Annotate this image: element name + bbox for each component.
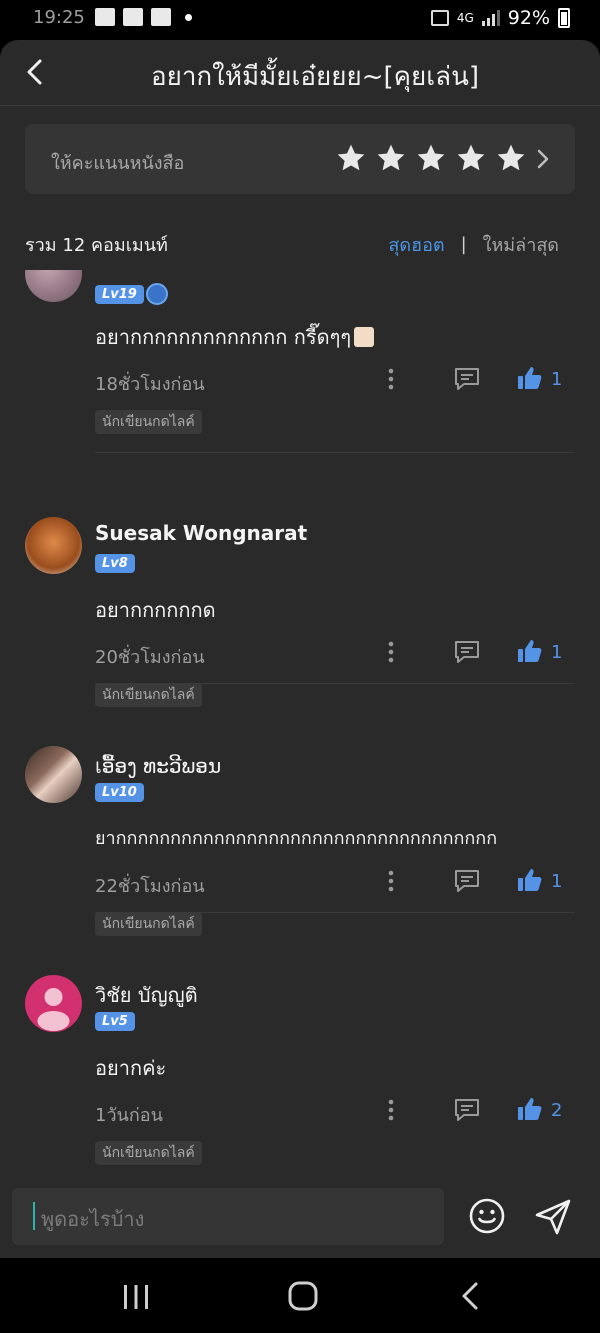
sort-separator: | <box>460 234 467 255</box>
header: อยากให้มีมั้ยเอ๋ยยย~[คุยเล่น] <box>0 40 600 106</box>
comment-input-placeholder: พูดอะไรบ้าง <box>41 1207 145 1231</box>
comment-text: อยากค่ะ <box>95 1056 167 1080</box>
comment-input-bar: พูดอะไรบ้าง <box>0 1170 600 1258</box>
like-count: 1 <box>551 369 563 390</box>
avatar[interactable] <box>25 270 82 302</box>
sort-hot-tab[interactable]: สุดฮอต <box>388 230 444 259</box>
emoji-button-icon[interactable] <box>468 1197 506 1235</box>
divider <box>95 912 575 913</box>
more-options-icon[interactable] <box>387 367 395 391</box>
comment-time: 22ชั่วโมงก่อน <box>95 876 205 897</box>
reply-icon[interactable] <box>453 639 481 665</box>
reply-icon[interactable] <box>453 868 481 894</box>
level-badge: Lv10 <box>95 783 144 802</box>
comment-item: เອື້ອງ ທະວີພອນ Lv10 ยากกกกกกกกกกกกกกกกกก… <box>0 683 600 936</box>
status-time: 19:25 <box>33 7 85 28</box>
comment-item: Suesak Wongnarat Lv8 อยากกกกกกด 20ชั่วโม… <box>0 454 600 707</box>
avatar[interactable] <box>25 975 82 1032</box>
sort-options: สุดฮอต | ใหม่ล่าสุด <box>388 230 559 259</box>
page-title: อยากให้มีมั้ยเอ๋ยยย~[คุยเล่น] <box>150 62 480 92</box>
network-label: 4G <box>456 11 474 25</box>
reply-icon[interactable] <box>453 366 481 392</box>
divider <box>95 683 575 684</box>
comment-text: อยากกกกกกกกกกกกก กรี๊ดๆๆ <box>95 321 375 353</box>
avatar[interactable] <box>25 746 82 803</box>
rating-stars[interactable] <box>335 142 527 174</box>
divider <box>95 452 575 453</box>
text-cursor <box>33 1202 35 1230</box>
battery-percent: 92% <box>507 7 550 29</box>
broom-icon <box>151 8 171 26</box>
back-button[interactable] <box>18 54 54 90</box>
signal-icon <box>481 10 500 26</box>
level-badge: Lv5 <box>95 1012 135 1031</box>
level-badge: Lv8 <box>95 554 135 573</box>
star-icon[interactable] <box>375 142 407 174</box>
comment-count: รวม 12 คอมเมนท์ <box>25 235 168 256</box>
comment-input[interactable]: พูดอะไรบ้าง <box>12 1188 444 1245</box>
status-right: 4G 92% <box>430 7 570 29</box>
reply-icon[interactable] <box>453 1097 481 1123</box>
thumbs-up-icon[interactable] <box>516 637 544 665</box>
more-options-icon[interactable] <box>387 869 395 893</box>
thumbs-up-icon[interactable] <box>516 866 544 894</box>
default-avatar-icon <box>37 988 70 1031</box>
notification-icons <box>95 8 192 26</box>
star-icon[interactable] <box>455 142 487 174</box>
comment-time: 18ชั่วโมงก่อน <box>95 374 205 395</box>
like-count: 1 <box>551 642 563 663</box>
thumbs-up-icon[interactable] <box>516 364 544 392</box>
chevron-left-icon <box>27 59 42 85</box>
like-count: 2 <box>551 1100 563 1121</box>
avatar[interactable] <box>25 517 82 574</box>
comment-username[interactable]: Suesak Wongnarat <box>95 521 307 545</box>
author-liked-tag: นักเขียนกดไลค์ <box>95 1141 202 1165</box>
status-bar: 19:25 4G 92% <box>0 0 600 40</box>
comment-time: 20ชั่วโมงก่อน <box>95 647 205 668</box>
mute-icon <box>430 10 449 26</box>
chevron-right-icon <box>537 149 549 169</box>
app-screen: อยากให้มีมั้ยเอ๋ยยย~[คุยเล่น] ให้คะแนนหน… <box>0 40 600 1258</box>
battery-icon <box>558 8 570 28</box>
star-icon[interactable] <box>415 142 447 174</box>
send-button-icon[interactable] <box>533 1197 573 1237</box>
comment-text: ยากกกกกกกกกกกกกกกกกกกกกกกกกกกกกกกกกกก <box>95 828 498 849</box>
recent-apps-icon[interactable] <box>122 1285 150 1309</box>
emoji-icon <box>354 327 375 347</box>
system-nav-bar <box>0 1258 600 1333</box>
comment-item: วิชัย บัญญูติ Lv5 อยากค่ะ 1วันก่อน 2 นัก… <box>0 912 600 1184</box>
verified-badge-icon <box>146 283 168 305</box>
rate-book-label: ให้คะแนนหนังสือ <box>51 153 185 174</box>
comment-text: อยากกกกกกด <box>95 598 216 622</box>
dot-icon <box>185 13 192 21</box>
more-options-icon[interactable] <box>387 640 395 664</box>
comment-username[interactable]: วิชัย บัญญูติ <box>95 979 198 1011</box>
author-liked-tag: นักเขียนกดไลค์ <box>95 410 202 434</box>
comment-item: Lv19 อยากกกกกกกกกกกกก กรี๊ดๆๆ 18ชั่วโมงก… <box>0 270 600 454</box>
comments-header: รวม 12 คอมเมนท์ สุดฮอต | ใหม่ล่าสุด <box>25 228 575 258</box>
like-count: 1 <box>551 871 563 892</box>
star-icon[interactable] <box>495 142 527 174</box>
thumbs-up-icon[interactable] <box>516 1095 544 1123</box>
more-options-icon[interactable] <box>387 1098 395 1122</box>
broom-icon <box>123 8 143 26</box>
sort-newest-tab[interactable]: ใหม่ล่าสุด <box>483 230 559 259</box>
gallery-icon <box>95 8 115 26</box>
comment-time: 1วันก่อน <box>95 1105 163 1126</box>
comment-username[interactable]: เອື້ອງ ທະວີພອນ <box>95 750 221 782</box>
level-badge: Lv19 <box>95 285 144 304</box>
rate-book-card[interactable]: ให้คะแนนหนังสือ <box>25 124 575 194</box>
star-icon[interactable] <box>335 142 367 174</box>
home-icon[interactable] <box>288 1281 318 1311</box>
comment-list[interactable]: Lv19 อยากกกกกกกกกกกกก กรี๊ดๆๆ 18ชั่วโมงก… <box>0 270 600 1190</box>
nav-back-icon[interactable] <box>460 1281 480 1311</box>
